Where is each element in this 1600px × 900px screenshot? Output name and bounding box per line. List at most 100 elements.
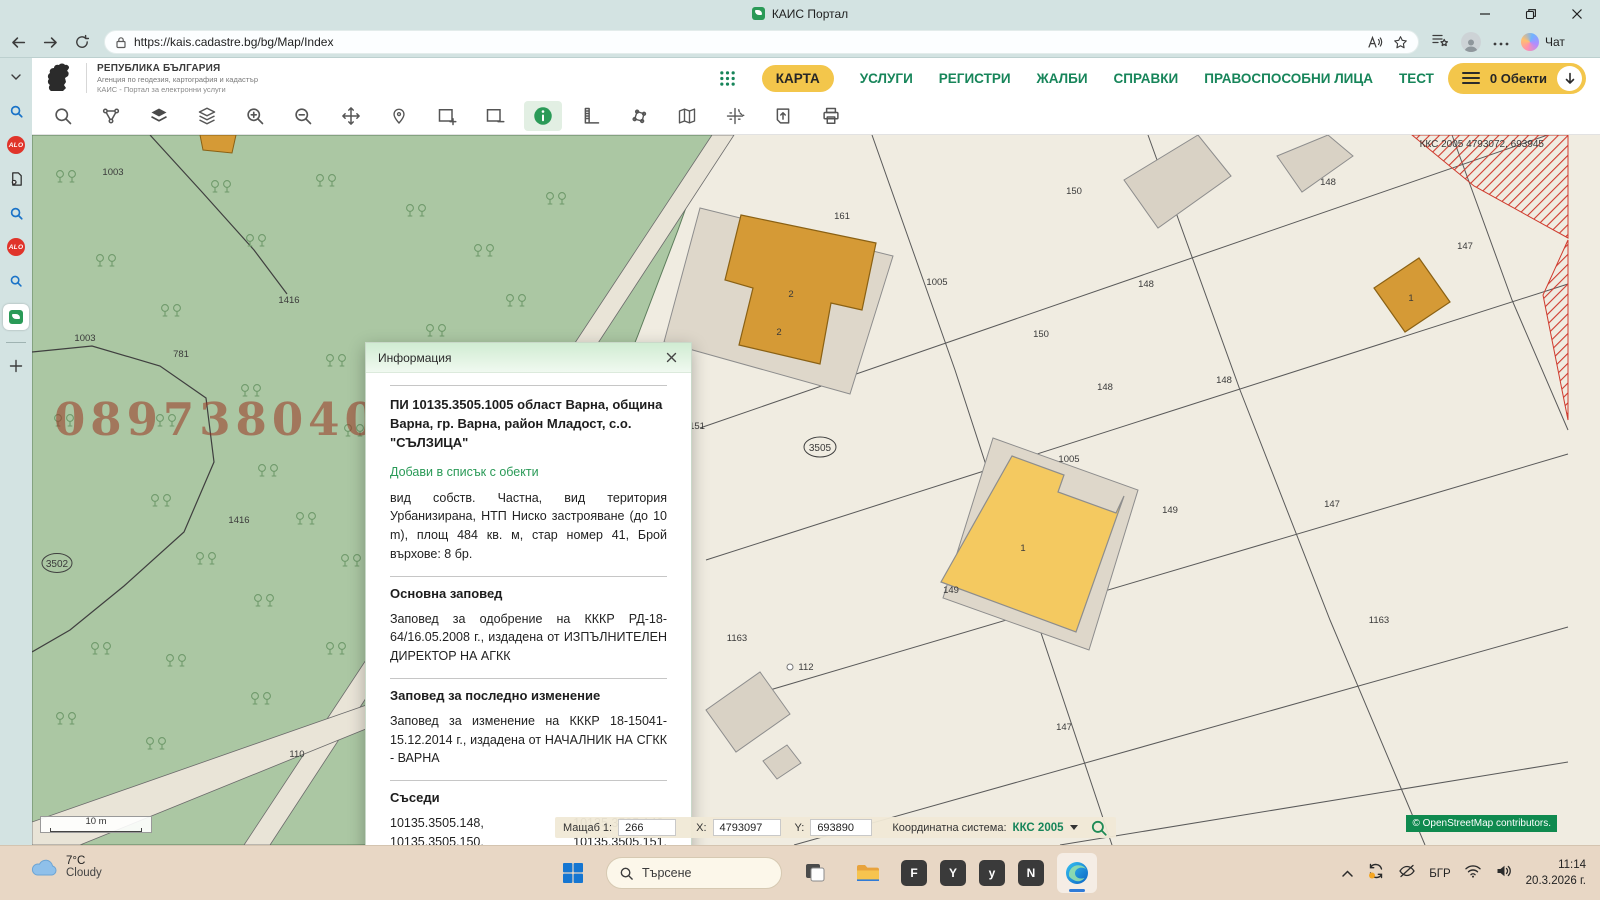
- tool-pan-button[interactable]: [332, 101, 370, 131]
- svg-text:1003: 1003: [74, 333, 95, 344]
- forward-button[interactable]: [36, 29, 64, 55]
- nav-registri[interactable]: РЕГИСТРИ: [939, 71, 1011, 86]
- crs-dropdown[interactable]: ККС 2005: [1013, 822, 1078, 834]
- point-marker-112: [786, 663, 794, 671]
- language-indicator[interactable]: БГР: [1429, 868, 1450, 880]
- svg-text:110: 110: [289, 749, 304, 760]
- tab-document[interactable]: [5, 168, 27, 190]
- refresh-button[interactable]: [68, 29, 96, 55]
- tool-zoom-out-button[interactable]: [284, 101, 322, 131]
- y-value: 693890: [810, 819, 873, 836]
- tool-remove-extent-button[interactable]: [476, 101, 514, 131]
- scale-input[interactable]: 266: [618, 819, 677, 836]
- url-bar[interactable]: https://kais.cadastre.bg/bg/Map/Index: [104, 30, 1419, 54]
- crs-value: ККС 2005: [1012, 821, 1064, 834]
- site-favicon: [751, 7, 765, 20]
- tab-search-2[interactable]: [5, 202, 27, 224]
- taskbar-weather-widget[interactable]: 7°C Cloudy: [30, 855, 102, 879]
- tool-measure-area-button[interactable]: [620, 101, 658, 131]
- profile-avatar[interactable]: [1461, 32, 1481, 52]
- svg-text:1: 1: [1408, 293, 1413, 304]
- copilot-icon: [1521, 33, 1539, 51]
- tool-print-button[interactable]: [812, 101, 850, 131]
- copilot-button[interactable]: Чат: [1521, 33, 1565, 51]
- svg-text:148: 148: [1216, 375, 1232, 386]
- weather-temperature: 7°C: [66, 855, 86, 867]
- tool-add-extent-button[interactable]: [428, 101, 466, 131]
- tab-alo-1[interactable]: ALO: [5, 134, 27, 156]
- tool-overview-map-button[interactable]: [668, 101, 706, 131]
- info-popup: Информация ПИ 10135.3505.1005 област Вар…: [365, 342, 692, 845]
- start-button[interactable]: [553, 853, 593, 893]
- browser-menu-icon[interactable]: [1493, 33, 1509, 51]
- tool-layers-button[interactable]: [140, 101, 178, 131]
- svg-text:150: 150: [1066, 186, 1082, 197]
- objects-count-label: 0 Обекти: [1489, 70, 1547, 86]
- collections-icon[interactable]: [1431, 32, 1449, 53]
- search-placeholder: Търсене: [642, 866, 692, 880]
- arrow-down-icon: [1565, 72, 1574, 84]
- file-explorer-button[interactable]: [848, 853, 888, 893]
- nav-karta[interactable]: КАРТА: [761, 64, 834, 92]
- sync-status-icon[interactable]: [1367, 862, 1385, 885]
- tool-info-button[interactable]: [524, 101, 562, 131]
- tool-select-features-button[interactable]: [92, 101, 130, 131]
- tab-search-3[interactable]: [5, 270, 27, 292]
- tool-zoom-in-button[interactable]: [236, 101, 274, 131]
- add-to-objects-link[interactable]: Добави в списък с обекти: [390, 465, 667, 479]
- favorite-star-icon[interactable]: [1393, 35, 1408, 50]
- nav-uslugi[interactable]: УСЛУГИ: [860, 71, 913, 86]
- lock-icon: [115, 36, 127, 49]
- tool-location-pin-button[interactable]: [380, 101, 418, 131]
- nav-zhalbi[interactable]: ЖАЛБИ: [1037, 71, 1088, 86]
- caret-down-icon: [1069, 825, 1078, 830]
- svg-text:1005: 1005: [1058, 454, 1079, 465]
- org-subtitle-1: Агенция по геодезия, картография и кадас…: [97, 74, 259, 84]
- taskbar-clock[interactable]: 11:14 20.3.2026 г.: [1526, 858, 1586, 889]
- tabs-divider: [6, 342, 26, 343]
- nav-spravki[interactable]: СПРАВКИ: [1114, 71, 1179, 86]
- tool-layer-list-button[interactable]: [188, 101, 226, 131]
- tool-measure-button[interactable]: [572, 101, 610, 131]
- popup-close-icon[interactable]: [663, 350, 679, 366]
- objects-expand-button[interactable]: [1557, 65, 1582, 91]
- app-f-button[interactable]: F: [901, 860, 927, 886]
- tool-search-button[interactable]: [44, 101, 82, 131]
- tool-export-button[interactable]: [764, 101, 802, 131]
- new-tab-button[interactable]: [5, 355, 27, 377]
- nav-pravosposobni-lica[interactable]: ПРАВОСПОСОБНИ ЛИЦА: [1204, 71, 1373, 86]
- wifi-icon[interactable]: [1464, 864, 1482, 883]
- close-button[interactable]: [1554, 0, 1600, 27]
- taskbar-search-box[interactable]: Търсене: [606, 857, 782, 889]
- apps-grid-icon[interactable]: [719, 70, 736, 87]
- nav-test[interactable]: ТЕСТ: [1399, 71, 1434, 86]
- tab-kais-active[interactable]: [3, 304, 29, 330]
- volume-icon[interactable]: [1495, 863, 1513, 884]
- objects-button[interactable]: 0 Обекти: [1447, 62, 1586, 94]
- edge-browser-button[interactable]: [1057, 853, 1097, 893]
- read-aloud-icon[interactable]: [1367, 35, 1383, 49]
- task-view-button[interactable]: [795, 853, 835, 893]
- scale-bar-label: 10 m: [85, 816, 107, 828]
- map-status-bar: Мащаб 1: 266 X: 4793097 Y: 693890 Коорди…: [555, 817, 1116, 838]
- info-popup-title: Информация: [378, 350, 452, 365]
- back-button[interactable]: [4, 29, 32, 55]
- edge-icon: [1066, 862, 1088, 884]
- tab-alo-2[interactable]: ALO: [5, 236, 27, 258]
- app-u-button[interactable]: у: [979, 860, 1005, 886]
- hidden-eye-icon[interactable]: [1398, 863, 1416, 884]
- map-canvas[interactable]: 1003 1003 781 1416 1416 3502 3505 161 2 …: [32, 135, 1600, 845]
- restore-button[interactable]: [1508, 0, 1554, 27]
- section-heading-last-change: Заповед за последно изменение: [390, 677, 667, 703]
- minimize-button[interactable]: [1462, 0, 1508, 27]
- x-value: 4793097: [712, 819, 781, 836]
- tab-search-1[interactable]: [5, 100, 27, 122]
- osm-attribution[interactable]: © OpenStreetMap contributors.: [1406, 815, 1557, 832]
- tray-chevron-up[interactable]: [1341, 865, 1354, 883]
- app-n-button[interactable]: N: [1018, 860, 1044, 886]
- tool-coordinates-button[interactable]: [716, 101, 754, 131]
- app-y-button[interactable]: Y: [940, 860, 966, 886]
- collapse-tabs-icon[interactable]: [5, 66, 27, 88]
- coordinate-search-button[interactable]: [1090, 819, 1108, 837]
- svg-text:148: 148: [1097, 382, 1113, 393]
